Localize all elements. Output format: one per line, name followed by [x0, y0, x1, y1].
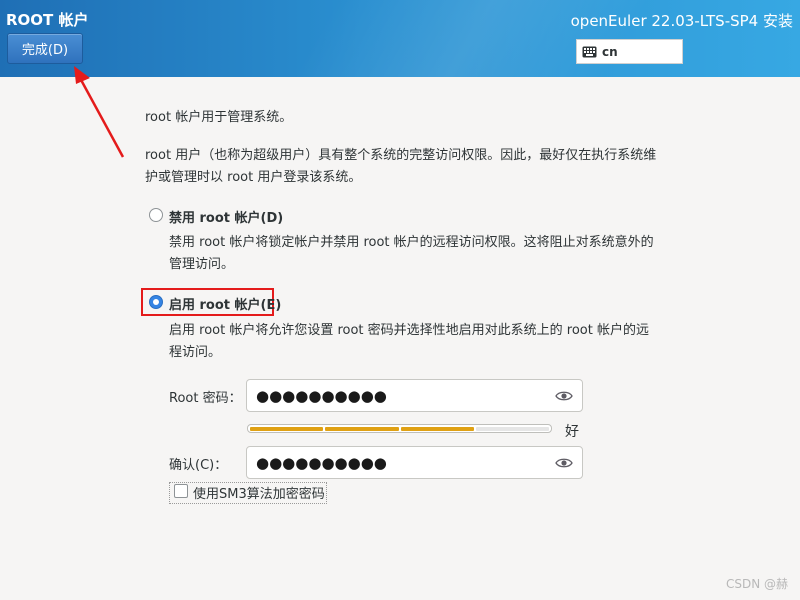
- product-title: openEuler 22.03-LTS-SP4 安装: [570, 12, 793, 30]
- enable-root-description: 启用 root 帐户将允许您设置 root 密码并选择性地启用对此系统上的 ro…: [169, 323, 649, 360]
- root-password-field[interactable]: ●●●●●●●●●●: [246, 379, 583, 412]
- strength-segment: [400, 426, 474, 431]
- done-button[interactable]: 完成(D): [7, 33, 83, 64]
- intro-text: root 帐户用于管理系统。: [145, 110, 293, 125]
- strength-segment: [250, 426, 324, 431]
- enable-root-label[interactable]: 启用 root 帐户(E): [169, 294, 281, 313]
- confirm-password-label: 确认(C)：: [169, 458, 228, 473]
- keyboard-layout-indicator[interactable]: cn: [576, 39, 683, 64]
- confirm-password-field[interactable]: ●●●●●●●●●●: [246, 446, 583, 479]
- disable-root-label[interactable]: 禁用 root 帐户(D): [169, 207, 283, 226]
- page-title: ROOT 帐户: [6, 11, 89, 29]
- root-password-label: Root 密码：: [169, 391, 242, 406]
- enable-root-radio[interactable]: [149, 295, 163, 309]
- password-strength-bar: [247, 424, 552, 433]
- confirm-password-value: ●●●●●●●●●●: [256, 454, 387, 472]
- sm3-checkbox-label[interactable]: 使用SM3算法加密密码: [193, 483, 325, 502]
- disable-root-radio[interactable]: [149, 208, 163, 222]
- disable-root-description: 禁用 root 帐户将锁定帐户并禁用 root 帐户的远程访问权限。这将阻止对系…: [169, 235, 654, 272]
- top-header-bar: ROOT 帐户 完成(D) openEuler 22.03-LTS-SP4 安装…: [0, 0, 800, 77]
- description-text: root 用户（也称为超级用户）具有整个系统的完整访问权限。因此，最好仅在执行系…: [145, 148, 657, 185]
- strength-segment: [475, 426, 549, 431]
- keyboard-layout-label: cn: [602, 44, 618, 59]
- eye-icon[interactable]: [555, 389, 573, 403]
- keyboard-icon: [582, 46, 597, 57]
- root-password-value: ●●●●●●●●●●: [256, 387, 387, 405]
- strength-segment: [325, 426, 399, 431]
- eye-icon[interactable]: [555, 456, 573, 470]
- password-strength-label: 好: [565, 424, 579, 440]
- sm3-checkbox[interactable]: [174, 484, 188, 498]
- annotation-arrow: [74, 66, 125, 158]
- watermark: CSDN @赫: [725, 577, 788, 591]
